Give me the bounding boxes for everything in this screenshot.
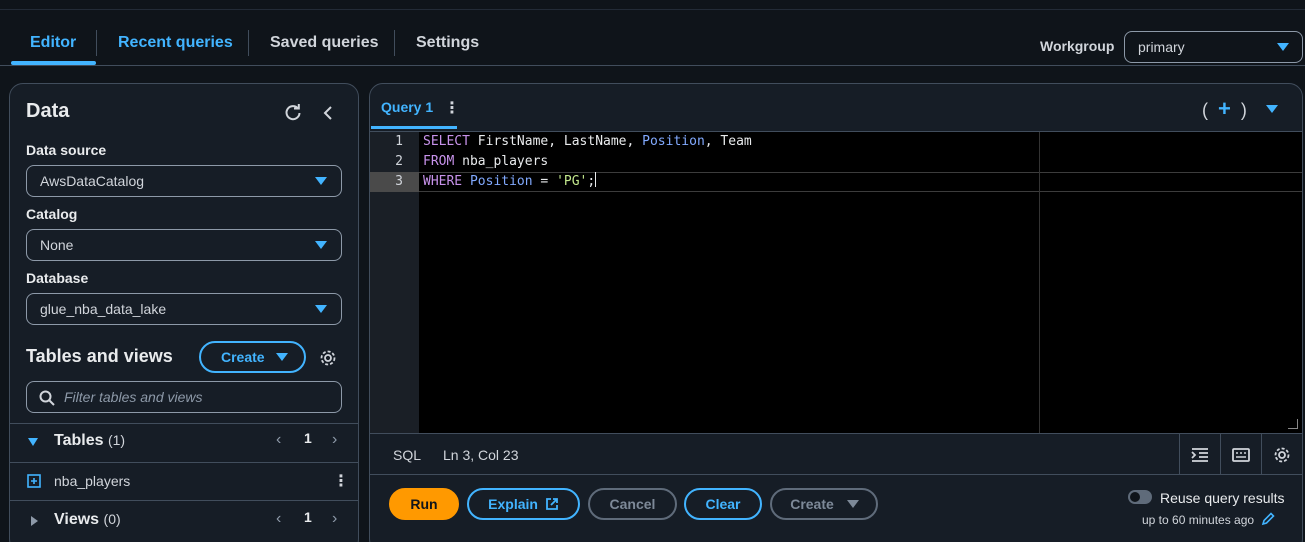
external-link-icon <box>545 498 558 510</box>
query-actions-bar: Run Explain Cancel Clear Create Reuse qu… <box>370 475 1302 542</box>
query-panel: Query 1 ⋮ (+) 1 2 3 SELECT FirstName, La… <box>369 83 1303 542</box>
search-icon <box>39 390 55 406</box>
create-table-button[interactable]: Create <box>199 341 306 373</box>
sql-editor[interactable]: 1 2 3 SELECT FirstName, LastName, Positi… <box>370 131 1302 434</box>
tables-section-header[interactable]: Tables (1) ‹ 1 › <box>10 424 358 460</box>
code-line: SELECT FirstName, LastName, Position, Te… <box>423 134 752 149</box>
cancel-button[interactable]: Cancel <box>588 488 677 520</box>
tab-editor[interactable]: Editor <box>30 10 76 66</box>
top-strip <box>0 0 1305 10</box>
database-value: glue_nba_data_lake <box>40 301 167 317</box>
tab-saved-queries[interactable]: Saved queries <box>270 10 379 66</box>
line-number: 3 <box>395 174 403 189</box>
catalog-select[interactable]: None <box>26 229 342 261</box>
caret-down-icon <box>847 500 859 508</box>
catalog-label: Catalog <box>26 206 78 222</box>
tab-recent-queries[interactable]: Recent queries <box>118 10 233 66</box>
code-line: WHERE Position = 'PG'; <box>423 172 597 189</box>
data-source-label: Data source <box>26 142 107 158</box>
caret-down-icon <box>315 241 327 249</box>
line-number: 1 <box>395 134 403 149</box>
caret-down-icon <box>1277 43 1289 51</box>
tab-divider <box>96 30 97 56</box>
text-cursor <box>595 172 597 187</box>
next-page-icon[interactable]: › <box>332 510 337 528</box>
data-source-select[interactable]: AwsDataCatalog <box>26 165 342 197</box>
table-list-item[interactable]: nba_players ⋮ <box>10 463 358 499</box>
editor-status-bar: SQL Ln 3, Col 23 <box>370 433 1302 475</box>
query-tab[interactable]: Query 1 <box>381 99 433 115</box>
edit-pencil-icon[interactable] <box>1261 512 1276 526</box>
data-source-value: AwsDataCatalog <box>40 173 145 189</box>
workgroup-label: Workgroup <box>1040 38 1115 54</box>
database-label: Database <box>26 270 89 286</box>
tables-label: Tables (1) <box>54 432 126 449</box>
tab-settings[interactable]: Settings <box>416 10 479 66</box>
print-margin <box>1039 132 1040 434</box>
active-tab-indicator <box>11 61 96 65</box>
new-query-tab-control[interactable]: (+) <box>1202 96 1278 122</box>
workgroup-select[interactable]: primary <box>1124 31 1303 63</box>
main-tabs: Editor Recent queries Saved queries Sett… <box>0 10 1305 66</box>
caret-down-icon[interactable] <box>1266 105 1278 113</box>
next-page-icon[interactable]: › <box>332 431 337 449</box>
table-name: nba_players <box>54 473 131 489</box>
explain-button[interactable]: Explain <box>467 488 580 520</box>
run-button[interactable]: Run <box>389 488 459 520</box>
views-page-number: 1 <box>304 509 312 525</box>
create-button[interactable]: Create <box>770 488 878 520</box>
reuse-results-toggle[interactable] <box>1128 490 1152 504</box>
divider <box>10 500 358 501</box>
caret-expanded-icon <box>28 438 38 446</box>
prev-page-icon[interactable]: ‹ <box>276 510 281 528</box>
expand-table-icon[interactable] <box>27 474 41 488</box>
views-label: Views (0) <box>54 511 121 528</box>
resize-handle-icon[interactable] <box>1288 419 1298 429</box>
plus-icon[interactable]: + <box>1218 96 1231 121</box>
caret-down-icon <box>315 177 327 185</box>
editor-settings-icon[interactable] <box>1261 434 1302 475</box>
caret-down-icon <box>315 305 327 313</box>
tables-page-number: 1 <box>304 430 312 446</box>
collapse-panel-icon[interactable] <box>317 102 339 124</box>
filter-tables-input[interactable]: Filter tables and views <box>26 381 342 413</box>
language-indicator: SQL <box>393 447 422 463</box>
caret-down-icon <box>276 353 288 361</box>
more-options-icon[interactable]: ⋮ <box>333 471 349 491</box>
cursor-position: Ln 3, Col 23 <box>443 447 519 463</box>
line-number: 2 <box>395 154 403 169</box>
create-table-label: Create <box>221 349 265 365</box>
filter-placeholder: Filter tables and views <box>64 389 203 405</box>
reuse-results-label: Reuse query results <box>1160 490 1285 506</box>
prev-page-icon[interactable]: ‹ <box>276 431 281 449</box>
tables-and-views-title: Tables and views <box>26 346 173 366</box>
format-query-icon[interactable] <box>1179 434 1220 475</box>
catalog-value: None <box>40 237 74 253</box>
tab-divider <box>248 30 249 56</box>
database-select[interactable]: glue_nba_data_lake <box>26 293 342 325</box>
data-panel-title: Data <box>26 100 70 122</box>
caret-collapsed-icon <box>31 516 38 526</box>
gear-icon[interactable] <box>317 347 339 369</box>
views-section-header[interactable]: Views (0) ‹ 1 › <box>10 503 358 539</box>
clear-button[interactable]: Clear <box>684 488 762 520</box>
refresh-icon[interactable] <box>282 102 304 124</box>
reuse-results-subtext: up to 60 minutes ago <box>1142 512 1276 527</box>
workgroup-value: primary <box>1138 39 1185 55</box>
code-line: FROM nba_players <box>423 154 549 169</box>
tab-divider <box>394 30 395 56</box>
query-tab-menu-icon[interactable]: ⋮ <box>444 98 460 118</box>
query-tab-indicator <box>371 126 457 129</box>
data-panel: Data Data source AwsDataCatalog Catalog … <box>9 83 359 542</box>
keyboard-shortcuts-icon[interactable] <box>1220 434 1261 475</box>
